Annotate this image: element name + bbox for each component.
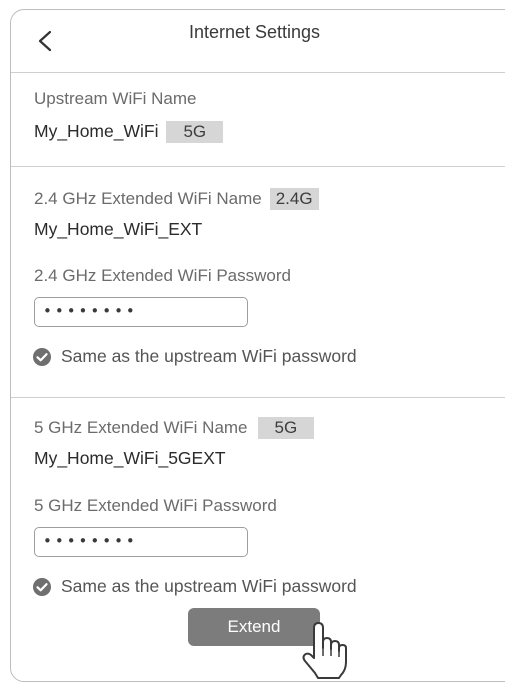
band24-password-field[interactable]: ••••••••: [34, 297, 248, 327]
band24-name-value: My_Home_WiFi_EXT: [34, 219, 203, 239]
band5-same-password-checkbox[interactable]: Same as the upstream WiFi password: [32, 576, 357, 597]
band5-name-label: 5 GHz Extended WiFi Name: [34, 418, 248, 437]
band5-password-label: 5 GHz Extended WiFi Password: [34, 496, 277, 515]
band5-name-label-row: 5 GHz Extended WiFi Name 5G: [34, 417, 315, 439]
band-badge: 5G: [166, 121, 224, 143]
hand-pointer-icon: [302, 622, 347, 679]
upstream-value-row: My_Home_WiFi 5G: [34, 121, 224, 143]
band5-same-password-label: Same as the upstream WiFi password: [61, 576, 357, 596]
upstream-name: My_Home_WiFi: [34, 121, 159, 141]
band5-name-value: My_Home_WiFi_5GEXT: [34, 448, 226, 468]
upstream-section: [11, 72, 505, 167]
upstream-label: Upstream WiFi Name: [34, 89, 197, 108]
page-title: Internet Settings: [188, 22, 321, 42]
band24-same-password-label: Same as the upstream WiFi password: [61, 346, 357, 366]
band-badge: 2.4G: [269, 188, 319, 210]
check-circle-icon: [33, 577, 51, 596]
band24-same-password-checkbox[interactable]: Same as the upstream WiFi password: [32, 346, 357, 367]
band-badge: 5G: [257, 417, 315, 439]
band24-name-label-row: 2.4 GHz Extended WiFi Name 2.4G: [34, 188, 319, 210]
band24-name-label: 2.4 GHz Extended WiFi Name: [34, 189, 262, 208]
check-circle-icon: [33, 347, 51, 366]
band5-password-field[interactable]: ••••••••: [34, 527, 248, 557]
band24-password-label: 2.4 GHz Extended WiFi Password: [34, 266, 291, 285]
